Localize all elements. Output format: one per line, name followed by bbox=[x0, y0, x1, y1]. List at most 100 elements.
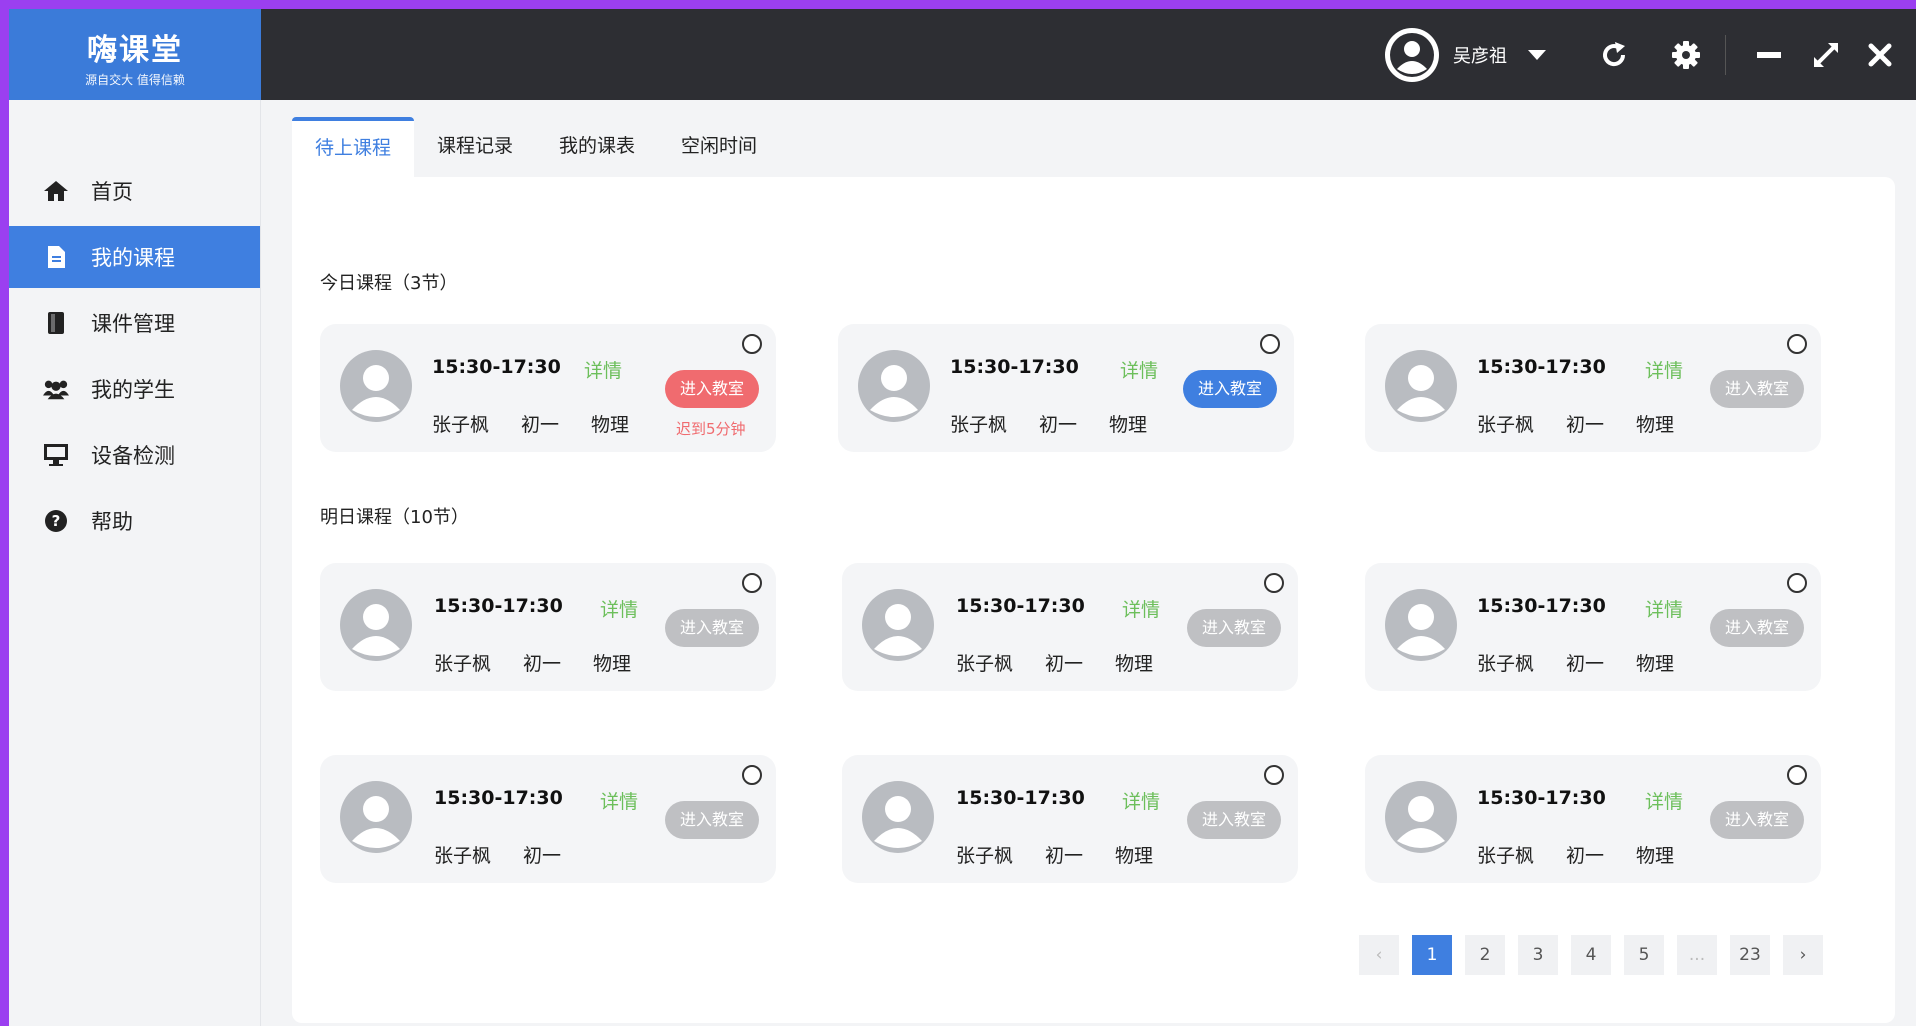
sidebar-item-device-check[interactable]: 设备检测 bbox=[9, 424, 260, 486]
tab-free-time[interactable]: 空闲时间 bbox=[658, 117, 780, 177]
student-avatar bbox=[1385, 781, 1457, 853]
enter-classroom-button[interactable]: 进入教室 bbox=[1187, 609, 1281, 647]
page-button[interactable]: 5 bbox=[1624, 935, 1664, 975]
detail-link[interactable]: 详情 bbox=[600, 595, 638, 622]
course-info: 张子枫 初一 物理 bbox=[1477, 410, 1706, 437]
tab-records[interactable]: 课程记录 bbox=[414, 117, 536, 177]
select-radio[interactable] bbox=[742, 573, 762, 593]
page-button[interactable]: 23 bbox=[1730, 935, 1770, 975]
select-radio[interactable] bbox=[1787, 334, 1807, 354]
course-info: 张子枫 初一 物理 bbox=[1477, 841, 1706, 868]
student-avatar bbox=[340, 350, 412, 422]
prev-page-button[interactable]: ‹ bbox=[1359, 935, 1399, 975]
course-card: 15:30-17:30 详情 张子枫 初一 物理 进入教室 bbox=[1365, 755, 1821, 883]
course-card: 15:30-17:30 详情 张子枫 初一 物理 进入教室 bbox=[838, 324, 1294, 452]
book-icon bbox=[43, 310, 69, 336]
course-card: 15:30-17:30 详情 张子枫 初一 物理 进入教室 bbox=[1365, 324, 1821, 452]
course-card: 15:30-17:30 详情 张子枫 初一 物理 进入教室 bbox=[842, 563, 1298, 691]
course-card: 15:30-17:30 详情 张子枫 初一 物理 进入教室 bbox=[320, 563, 776, 691]
grade: 初一 bbox=[1566, 414, 1605, 436]
top-bar: 嗨课堂 源自交大 值得信赖 吴彦祖 bbox=[9, 9, 1916, 100]
sidebar-item-courseware[interactable]: 课件管理 bbox=[9, 292, 260, 354]
detail-link[interactable]: 详情 bbox=[1120, 356, 1158, 383]
users-icon bbox=[43, 376, 69, 402]
detail-link[interactable]: 详情 bbox=[584, 356, 622, 383]
student-name: 张子枫 bbox=[950, 414, 1008, 436]
select-radio[interactable] bbox=[1260, 334, 1280, 354]
subject: 物理 bbox=[1636, 653, 1675, 675]
detail-link[interactable]: 详情 bbox=[600, 787, 638, 814]
chevron-down-icon[interactable] bbox=[1527, 48, 1547, 62]
page-button[interactable]: 4 bbox=[1571, 935, 1611, 975]
student-avatar bbox=[340, 589, 412, 661]
sidebar-item-label: 设备检测 bbox=[91, 444, 175, 468]
grade: 初一 bbox=[1566, 845, 1605, 867]
sidebar-item-help[interactable]: ? 帮助 bbox=[9, 490, 260, 552]
enter-classroom-button[interactable]: 进入教室 bbox=[1710, 801, 1804, 839]
detail-link[interactable]: 详情 bbox=[1122, 787, 1160, 814]
enter-classroom-button[interactable]: 进入教室 bbox=[1710, 609, 1804, 647]
course-time: 15:30-17:30 bbox=[956, 595, 1085, 617]
user-avatar-icon bbox=[1390, 32, 1434, 77]
user-name[interactable]: 吴彦祖 bbox=[1453, 42, 1507, 68]
sidebar-item-label: 课件管理 bbox=[91, 312, 175, 336]
refresh-icon[interactable] bbox=[1599, 40, 1629, 70]
page-button[interactable]: 3 bbox=[1518, 935, 1558, 975]
tab-schedule[interactable]: 我的课表 bbox=[536, 117, 658, 177]
course-time: 15:30-17:30 bbox=[434, 595, 563, 617]
enter-classroom-button[interactable]: 进入教室 bbox=[665, 801, 759, 839]
close-icon[interactable] bbox=[1868, 43, 1892, 67]
detail-link[interactable]: 详情 bbox=[1645, 356, 1683, 383]
subject: 物理 bbox=[593, 653, 632, 675]
course-info: 张子枫 初一 物理 bbox=[1477, 649, 1706, 676]
user-avatar[interactable] bbox=[1385, 27, 1439, 82]
subject: 物理 bbox=[591, 414, 630, 436]
page-ellipsis[interactable]: ... bbox=[1677, 935, 1717, 975]
course-time: 15:30-17:30 bbox=[1477, 595, 1606, 617]
maximize-icon[interactable] bbox=[1812, 41, 1840, 69]
app-window: 嗨课堂 源自交大 值得信赖 吴彦祖 首页 我的课程 课件管理 我的学生 设备检测… bbox=[9, 9, 1916, 1026]
subject: 物理 bbox=[1636, 414, 1675, 436]
grade: 初一 bbox=[1045, 845, 1084, 867]
select-radio[interactable] bbox=[1264, 573, 1284, 593]
detail-link[interactable]: 详情 bbox=[1645, 787, 1683, 814]
svg-text:?: ? bbox=[52, 512, 61, 530]
select-radio[interactable] bbox=[742, 334, 762, 354]
select-radio[interactable] bbox=[1787, 573, 1807, 593]
sidebar-item-home[interactable]: 首页 bbox=[9, 160, 260, 222]
question-icon: ? bbox=[43, 508, 69, 534]
student-name: 张子枫 bbox=[956, 845, 1014, 867]
enter-classroom-button[interactable]: 进入教室 bbox=[1710, 370, 1804, 408]
detail-link[interactable]: 详情 bbox=[1122, 595, 1160, 622]
student-name: 张子枫 bbox=[1477, 414, 1535, 436]
course-card: 15:30-17:30 详情 张子枫 初一 进入教室 bbox=[320, 755, 776, 883]
student-avatar bbox=[858, 350, 930, 422]
enter-classroom-button[interactable]: 进入教室 bbox=[1183, 370, 1277, 408]
select-radio[interactable] bbox=[1787, 765, 1807, 785]
pagination: ‹ 1 2 3 4 5 ... 23 › bbox=[1346, 935, 1823, 975]
student-name: 张子枫 bbox=[432, 414, 490, 436]
page-button[interactable]: 2 bbox=[1465, 935, 1505, 975]
subject: 物理 bbox=[1115, 653, 1154, 675]
next-page-button[interactable]: › bbox=[1783, 935, 1823, 975]
page-button[interactable]: 1 bbox=[1412, 935, 1452, 975]
logo: 嗨课堂 源自交大 值得信赖 bbox=[9, 9, 261, 100]
enter-classroom-button[interactable]: 进入教室 bbox=[1187, 801, 1281, 839]
detail-link[interactable]: 详情 bbox=[1645, 595, 1683, 622]
sidebar-item-my-courses[interactable]: 我的课程 bbox=[9, 226, 260, 288]
tab-upcoming[interactable]: 待上课程 bbox=[292, 117, 415, 177]
enter-classroom-button[interactable]: 进入教室 bbox=[665, 370, 759, 408]
sidebar-item-students[interactable]: 我的学生 bbox=[9, 358, 260, 420]
minimize-icon[interactable] bbox=[1756, 42, 1782, 68]
select-radio[interactable] bbox=[742, 765, 762, 785]
select-radio[interactable] bbox=[1264, 765, 1284, 785]
grade: 初一 bbox=[1039, 414, 1078, 436]
course-time: 15:30-17:30 bbox=[956, 787, 1085, 809]
course-info: 张子枫 初一 物理 bbox=[956, 841, 1185, 868]
student-name: 张子枫 bbox=[1477, 845, 1535, 867]
sidebar-item-label: 我的学生 bbox=[91, 378, 175, 402]
course-info: 张子枫 初一 物理 bbox=[434, 649, 663, 676]
enter-classroom-button[interactable]: 进入教室 bbox=[665, 609, 759, 647]
grade: 初一 bbox=[1566, 653, 1605, 675]
gear-icon[interactable] bbox=[1671, 40, 1701, 70]
